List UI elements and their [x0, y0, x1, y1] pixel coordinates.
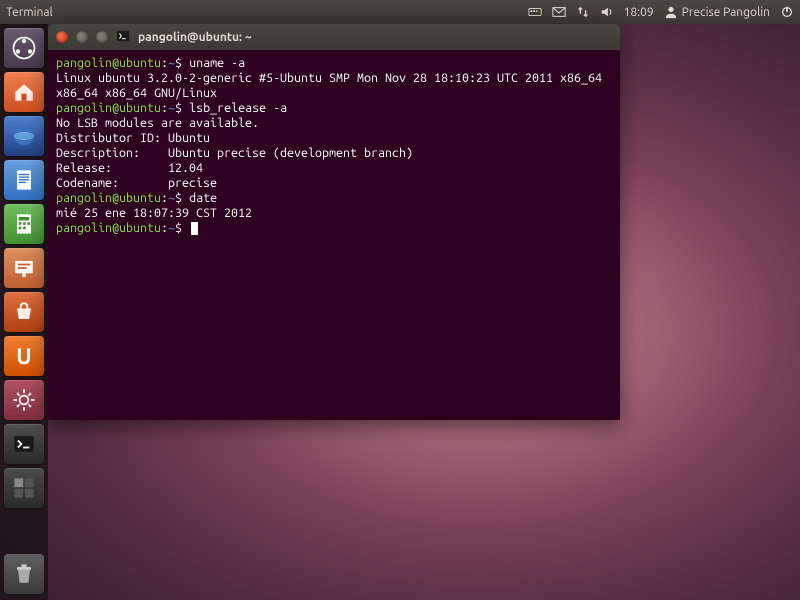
terminal-output-line: Codename: precise [56, 176, 612, 191]
launcher-files[interactable] [4, 72, 44, 112]
terminal-body[interactable]: pangolin@ubuntu:~$ uname -aLinux ubuntu … [48, 50, 620, 420]
prompt-userhost: pangolin@ubuntu [56, 191, 161, 205]
launcher-calc[interactable] [4, 204, 44, 244]
launcher-impress[interactable] [4, 248, 44, 288]
terminal-output: Description: Ubuntu precise (development… [56, 146, 413, 160]
terminal-output: Release: 12.04 [56, 161, 203, 175]
window-maximize-button[interactable] [96, 31, 108, 43]
terminal-command-line: pangolin@ubuntu:~$ date [56, 191, 612, 206]
user-label: Precise Pangolin [682, 6, 770, 19]
window-minimize-button[interactable] [76, 31, 88, 43]
terminal-command: lsb_release -a [189, 101, 287, 115]
terminal-output-line: Release: 12.04 [56, 161, 612, 176]
terminal-output-line: mié 25 ene 18:07:39 CST 2012 [56, 206, 612, 221]
keyboard-indicator-icon[interactable] [528, 5, 542, 19]
launcher-ubuntu-one[interactable]: U [4, 336, 44, 376]
launcher-dash[interactable] [4, 28, 44, 68]
volume-icon[interactable] [600, 5, 614, 19]
prompt-userhost: pangolin@ubuntu [56, 221, 161, 235]
terminal-window: pangolin@ubuntu: ~ pangolin@ubuntu:~$ un… [48, 24, 620, 420]
terminal-icon [116, 29, 130, 46]
active-app-label: Terminal [6, 6, 53, 19]
terminal-output: Codename: precise [56, 176, 217, 190]
terminal-output: No LSB modules are available. [56, 116, 259, 130]
terminal-output: Linux ubuntu 3.2.0-2-generic #5-Ubuntu S… [56, 71, 609, 100]
prompt-path: ~ [168, 101, 175, 115]
terminal-output-line: Distributor ID: Ubuntu [56, 131, 612, 146]
terminal-output-line: Linux ubuntu 3.2.0-2-generic #5-Ubuntu S… [56, 71, 612, 101]
launcher-browser[interactable] [4, 116, 44, 156]
prompt-path: ~ [168, 191, 175, 205]
launcher-terminal[interactable] [4, 424, 44, 464]
terminal-command-line: pangolin@ubuntu:~$ lsb_release -a [56, 101, 612, 116]
terminal-output-line: Description: Ubuntu precise (development… [56, 146, 612, 161]
ubuntu-one-glyph: U [16, 344, 31, 369]
user-menu[interactable]: Precise Pangolin [664, 5, 770, 19]
launcher-software-center[interactable] [4, 292, 44, 332]
system-tray: 18:09 Precise Pangolin [528, 5, 794, 19]
prompt-path: ~ [168, 221, 175, 235]
network-icon[interactable] [576, 5, 590, 19]
prompt-userhost: pangolin@ubuntu [56, 56, 161, 70]
terminal-command-line: pangolin@ubuntu:~$ uname -a [56, 56, 612, 71]
top-panel: Terminal 18:09 Precise Pangolin [0, 0, 800, 24]
terminal-command: date [189, 191, 217, 205]
window-close-button[interactable] [56, 31, 68, 43]
unity-launcher: U [0, 24, 48, 600]
launcher-settings[interactable] [4, 380, 44, 420]
window-title: pangolin@ubuntu: ~ [138, 31, 252, 44]
prompt-path: ~ [168, 56, 175, 70]
terminal-output-line: No LSB modules are available. [56, 116, 612, 131]
mail-icon[interactable] [552, 5, 566, 19]
terminal-prompt-line: pangolin@ubuntu:~$ [56, 221, 612, 236]
prompt-userhost: pangolin@ubuntu [56, 101, 161, 115]
cursor-icon [191, 222, 198, 235]
launcher-writer[interactable] [4, 160, 44, 200]
terminal-output: Distributor ID: Ubuntu [56, 131, 210, 145]
launcher-trash[interactable] [4, 554, 44, 594]
power-icon[interactable] [780, 5, 794, 19]
terminal-output: mié 25 ene 18:07:39 CST 2012 [56, 206, 252, 220]
launcher-workspace-switcher[interactable] [4, 468, 44, 508]
terminal-command: uname -a [189, 56, 245, 70]
clock[interactable]: 18:09 [624, 6, 654, 19]
window-titlebar[interactable]: pangolin@ubuntu: ~ [48, 24, 620, 50]
